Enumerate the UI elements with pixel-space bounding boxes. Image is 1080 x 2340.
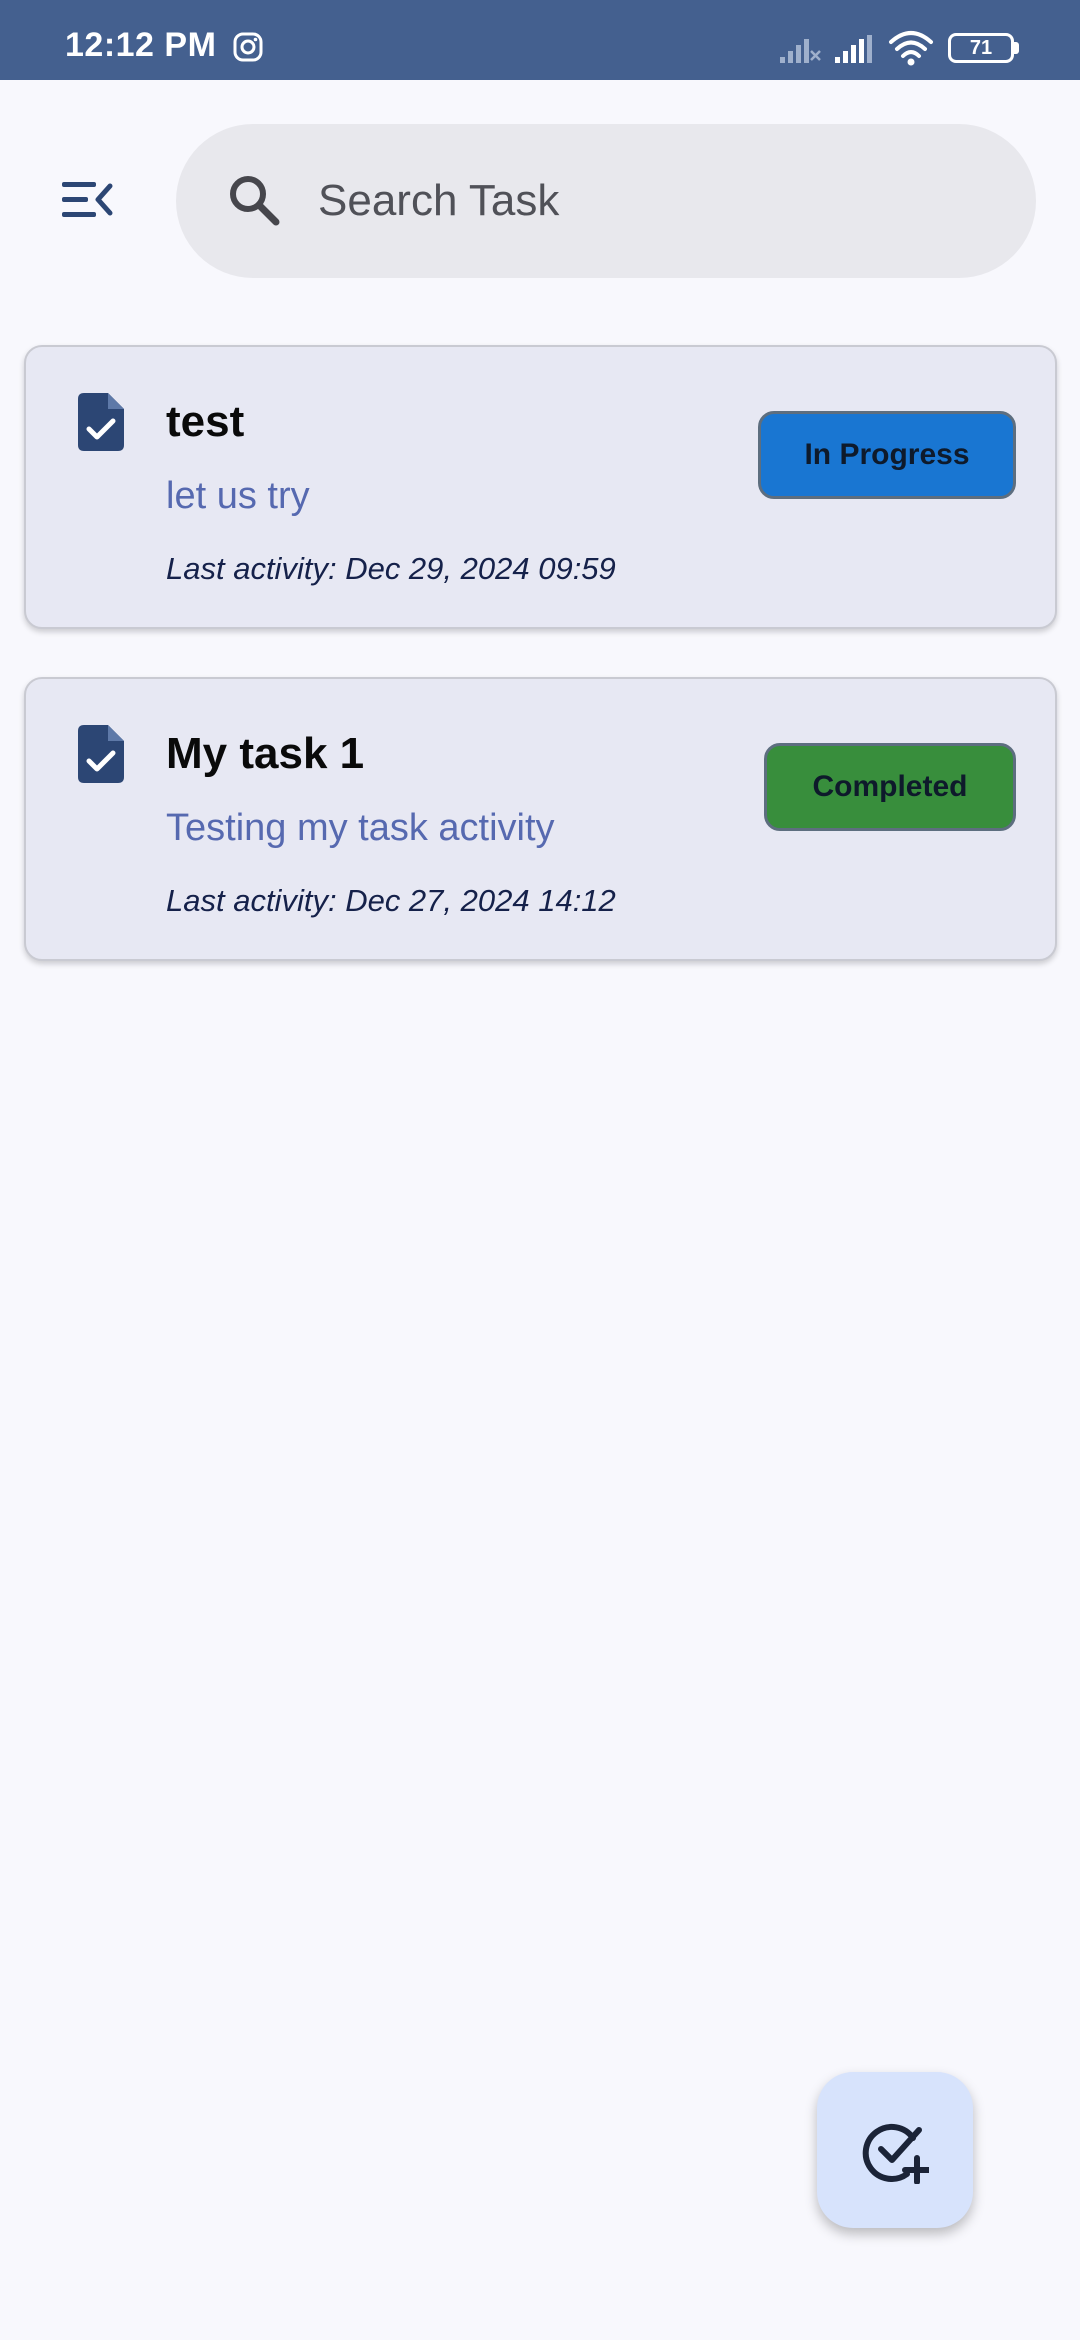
activity-time: Dec 29, 2024 09:59 <box>345 551 616 586</box>
task-title: My task 1 <box>166 729 365 778</box>
wifi-icon <box>889 31 933 66</box>
search-input[interactable] <box>318 154 998 248</box>
menu-collapse-icon[interactable] <box>58 178 114 222</box>
instagram-icon <box>233 32 263 62</box>
add-task-icon <box>862 2123 929 2184</box>
task-description: Testing my task activity <box>166 807 555 849</box>
status-time: 12:12 PM <box>65 26 217 64</box>
status-badge[interactable]: Completed <box>764 743 1016 831</box>
activity-label: Last activity: <box>166 883 337 918</box>
battery-icon: 71 <box>948 33 1014 63</box>
signal-icon <box>780 39 821 63</box>
search-icon <box>230 176 280 226</box>
activity-label: Last activity: <box>166 551 337 586</box>
status-badge[interactable]: In Progress <box>758 411 1016 499</box>
battery-tip <box>1014 42 1019 54</box>
task-last-activity: Last activity: Dec 27, 2024 14:12 <box>166 883 616 919</box>
search-bar[interactable] <box>176 124 1036 278</box>
activity-time: Dec 27, 2024 14:12 <box>345 883 616 918</box>
task-document-icon <box>78 393 124 451</box>
task-description: let us try <box>166 475 310 517</box>
task-title: test <box>166 397 245 446</box>
task-card[interactable]: test let us try Last activity: Dec 29, 2… <box>24 345 1057 629</box>
add-task-button[interactable] <box>817 2072 973 2228</box>
signal-icon <box>835 35 872 63</box>
status-bar: 12:12 PM 71 <box>0 0 1080 80</box>
battery-level: 71 <box>969 37 993 59</box>
task-card[interactable]: My task 1 Testing my task activity Last … <box>24 677 1057 961</box>
task-last-activity: Last activity: Dec 29, 2024 09:59 <box>166 551 616 587</box>
task-document-icon <box>78 725 124 783</box>
